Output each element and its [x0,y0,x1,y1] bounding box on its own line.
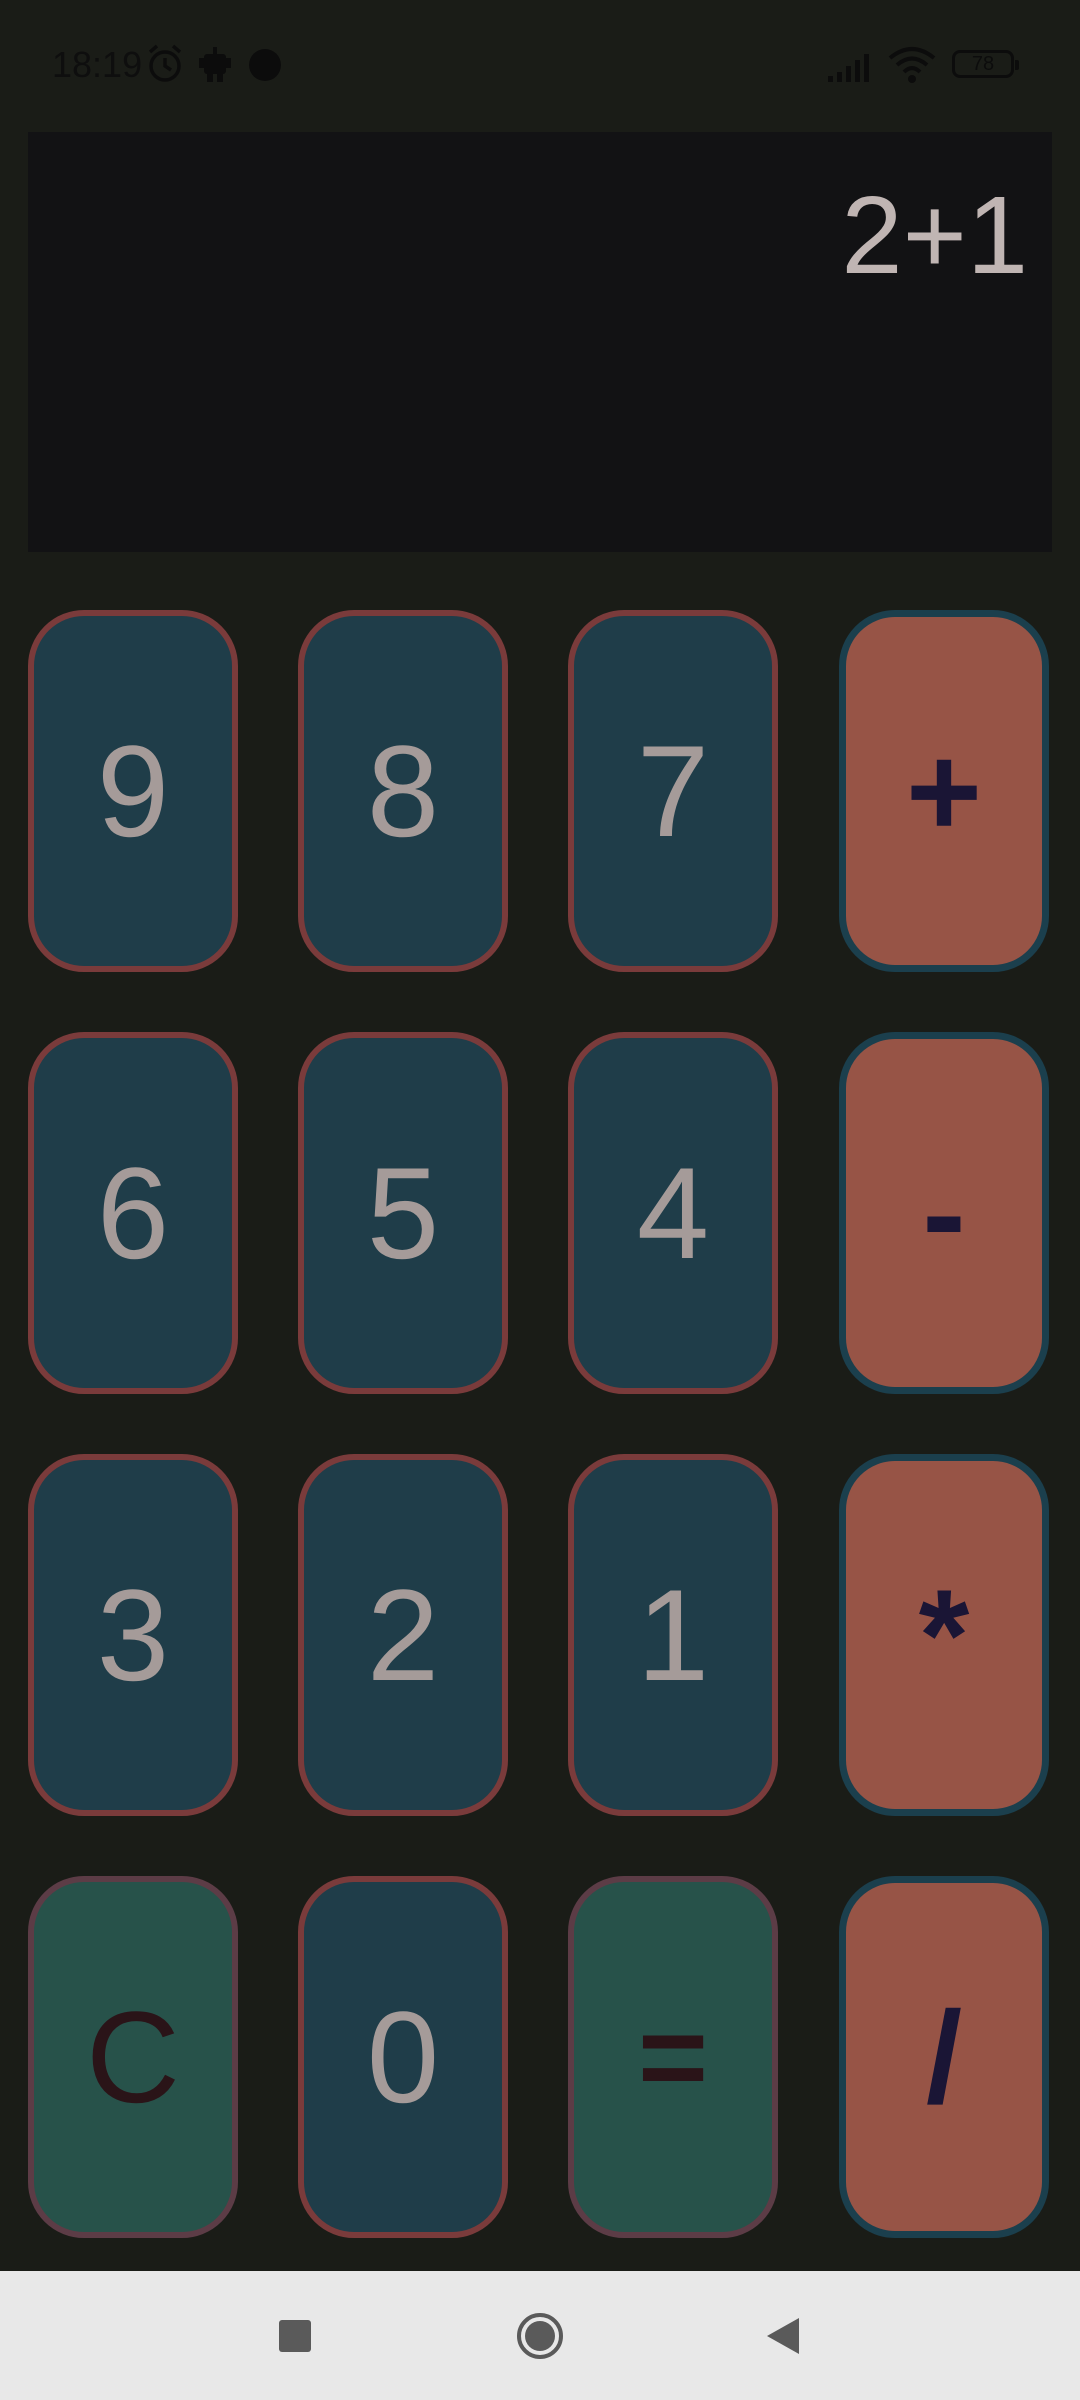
key-divide[interactable]: / [839,1876,1049,2238]
key-label: 4 [636,1140,710,1286]
key-6[interactable]: 6 [28,1032,238,1394]
status-time: 18:19 [52,44,143,85]
home-icon[interactable] [515,2311,565,2361]
recents-icon[interactable] [270,2311,320,2361]
key-5[interactable]: 5 [298,1032,508,1394]
battery-level: 78 [971,53,995,75]
key-label: 0 [366,1984,440,2130]
status-bar: 18:19 78 [0,0,1080,130]
key-0[interactable]: 0 [298,1876,508,2238]
key-label: 8 [366,718,440,864]
calculator-display: 2+1 [28,132,1052,552]
key-2[interactable]: 2 [298,1454,508,1816]
key-label: 5 [366,1140,440,1286]
expression-text: 2+1 [841,174,1028,297]
signal-icon [826,44,878,84]
key-label: 6 [96,1140,170,1286]
key-minus[interactable]: - [839,1032,1049,1394]
key-label: / [925,1984,963,2130]
key-label: 7 [636,718,710,864]
alarm-icon [146,44,184,84]
key-equals[interactable]: = [568,1876,778,2238]
key-8[interactable]: 8 [298,610,508,972]
key-plus[interactable]: + [839,610,1049,972]
key-7[interactable]: 7 [568,610,778,972]
key-label: 2 [366,1562,440,1708]
key-1[interactable]: 1 [568,1454,778,1816]
key-label: - [922,1140,966,1286]
key-4[interactable]: 4 [568,1032,778,1394]
key-label: 9 [96,718,170,864]
key-label: + [906,718,982,864]
navigation-bar [0,2271,1080,2400]
key-multiply[interactable]: * [839,1454,1049,1816]
calculator-screen: 18:19 78 2+1 9 8 7 + 6 5 4 - 3 2 1 * C 0… [0,0,1080,2400]
key-clear[interactable]: C [28,1876,238,2238]
key-label: 1 [636,1562,710,1708]
robot-icon [196,44,234,84]
key-label: 3 [96,1562,170,1708]
battery-icon: 78 [952,50,1019,78]
wifi-icon [888,44,936,84]
key-label: C [86,1984,180,2130]
key-9[interactable]: 9 [28,610,238,972]
key-label: * [918,1562,970,1708]
back-icon[interactable] [758,2311,808,2361]
key-3[interactable]: 3 [28,1454,238,1816]
dot-icon [246,44,284,84]
key-label: = [637,1990,709,2124]
